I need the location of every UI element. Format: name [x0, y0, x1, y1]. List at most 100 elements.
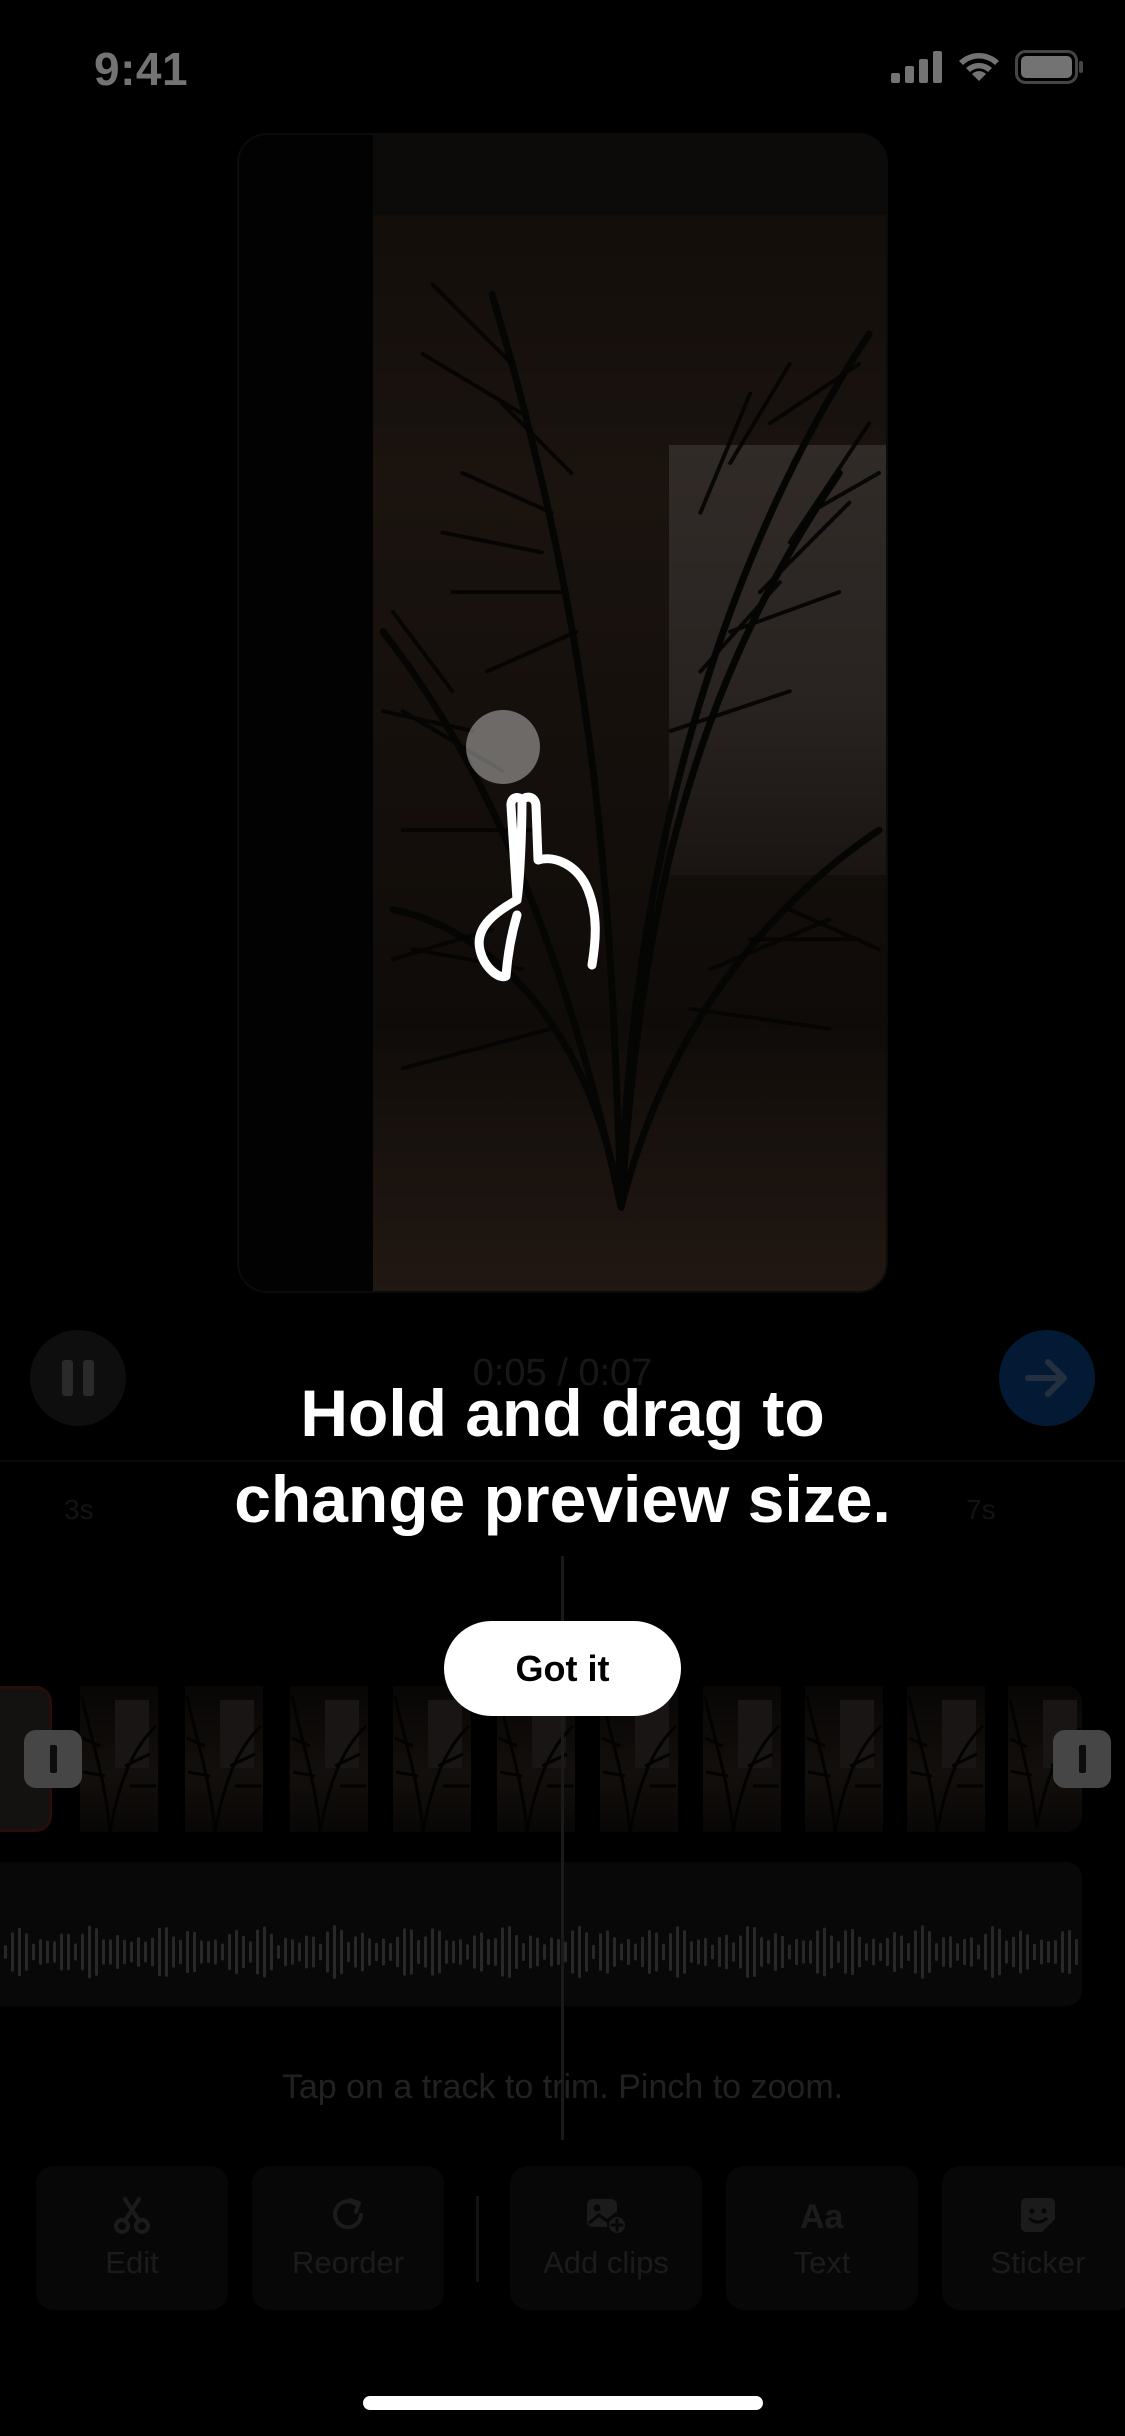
waveform-bar — [466, 1944, 469, 1960]
sticker-tool-button[interactable]: Sticker — [942, 2166, 1125, 2310]
waveform-bar — [865, 1943, 868, 1961]
waveform-bar — [4, 1945, 7, 1959]
waveform-bar — [928, 1930, 931, 1974]
trim-handle-right[interactable] — [1053, 1730, 1111, 1788]
waveform-bar — [851, 1928, 854, 1976]
waveform-bar — [109, 1939, 112, 1965]
waveform-bar — [585, 1932, 588, 1972]
waveform-bar — [900, 1935, 903, 1969]
waveform-bar — [25, 1933, 28, 1971]
waveform-bar — [823, 1927, 826, 1977]
waveform-bar — [683, 1930, 686, 1974]
waveform-bar — [116, 1934, 119, 1970]
waveform-bar — [165, 1926, 168, 1978]
clip-frame — [703, 1686, 781, 1832]
waveform-bar — [949, 1936, 952, 1968]
waveform-bar — [760, 1937, 763, 1967]
add-clip-icon — [587, 2199, 627, 2235]
waveform-bar — [228, 1933, 231, 1971]
reorder-tool-button[interactable]: Reorder — [252, 2166, 444, 2310]
waveform-bar — [368, 1938, 371, 1966]
waveform-bar — [620, 1943, 623, 1961]
waveform-bar — [1054, 1940, 1057, 1964]
add-clips-tool-button[interactable]: Add clips — [510, 2166, 702, 2310]
waveform-bar — [816, 1930, 819, 1974]
waveform-bar — [725, 1934, 728, 1970]
waveform-bar — [389, 1942, 392, 1962]
preview-letterbox — [239, 135, 373, 1291]
audio-track[interactable] — [0, 1862, 1082, 2006]
waveform-bar — [830, 1935, 833, 1969]
sticker-tool-label: Sticker — [990, 2245, 1086, 2280]
waveform-bar — [179, 1939, 182, 1965]
status-bar: 9:41 — [0, 0, 1125, 140]
waveform-bar — [872, 1938, 875, 1966]
waveform-bar — [60, 1933, 63, 1971]
waveform-bar — [879, 1943, 882, 1961]
waveform-bar — [459, 1939, 462, 1965]
waveform-bar — [417, 1939, 420, 1965]
text-tool-button[interactable]: Aa Text — [726, 2166, 918, 2310]
waveform-bar — [39, 1939, 42, 1965]
edit-tool-button[interactable]: Edit — [36, 2166, 228, 2310]
waveform-bar — [137, 1936, 140, 1968]
waveform-bar — [382, 1938, 385, 1966]
waveform-bar — [291, 1939, 294, 1965]
clip-frame — [290, 1686, 368, 1832]
waveform-bar — [921, 1925, 924, 1979]
clip-frame — [393, 1686, 471, 1832]
waveform-bar — [221, 1943, 224, 1961]
waveform-bar — [648, 1929, 651, 1975]
waveform-bar — [767, 1939, 770, 1965]
audio-waveform — [4, 1925, 1078, 1979]
waveform-bar — [326, 1931, 329, 1973]
waveform-bar — [354, 1936, 357, 1968]
waveform-bar — [123, 1939, 126, 1965]
waveform-bar — [774, 1932, 777, 1972]
waveform-bar — [641, 1936, 644, 1968]
got-it-button[interactable]: Got it — [444, 1621, 681, 1716]
waveform-bar — [424, 1936, 427, 1968]
waveform-bar — [977, 1944, 980, 1960]
waveform-bar — [396, 1936, 399, 1968]
waveform-bar — [340, 1929, 343, 1975]
coach-mark-title-line1: Hold and drag to — [300, 1376, 825, 1450]
waveform-bar — [886, 1937, 889, 1967]
scissors-icon — [114, 2197, 150, 2234]
wifi-icon — [959, 53, 999, 81]
waveform-bar — [32, 1943, 35, 1961]
waveform-bar — [319, 1943, 322, 1961]
battery-icon — [1015, 50, 1083, 84]
coach-mark-title: Hold and drag to change preview size. — [0, 1370, 1125, 1542]
waveform-bar — [277, 1944, 280, 1960]
waveform-bar — [480, 1932, 483, 1972]
waveform-bar — [508, 1926, 511, 1978]
trim-handle-left[interactable] — [24, 1730, 82, 1788]
drag-gesture-hint — [460, 710, 630, 990]
waveform-bar — [718, 1936, 721, 1968]
waveform-bar — [298, 1942, 301, 1962]
waveform-bar — [333, 1925, 336, 1979]
waveform-bar — [529, 1935, 532, 1969]
waveform-bar — [1019, 1930, 1022, 1974]
waveform-bar — [704, 1937, 707, 1967]
waveform-bar — [571, 1930, 574, 1974]
waveform-bar — [1061, 1931, 1064, 1973]
clip-frame — [185, 1686, 263, 1832]
waveform-bar — [676, 1926, 679, 1978]
redo-icon — [333, 2198, 363, 2230]
waveform-bar — [837, 1941, 840, 1963]
status-icons — [891, 50, 1085, 84]
waveform-bar — [18, 1927, 21, 1977]
waveform-bar — [578, 1925, 581, 1979]
waveform-bar — [312, 1936, 315, 1968]
waveform-bar — [991, 1926, 994, 1978]
home-indicator[interactable] — [363, 2396, 763, 2410]
waveform-bar — [956, 1943, 959, 1961]
waveform-bar — [1012, 1936, 1015, 1968]
waveform-bar — [690, 1941, 693, 1963]
waveform-bar — [158, 1927, 161, 1977]
waveform-bar — [193, 1931, 196, 1973]
waveform-bar — [249, 1941, 252, 1963]
clip-frame — [907, 1686, 985, 1832]
